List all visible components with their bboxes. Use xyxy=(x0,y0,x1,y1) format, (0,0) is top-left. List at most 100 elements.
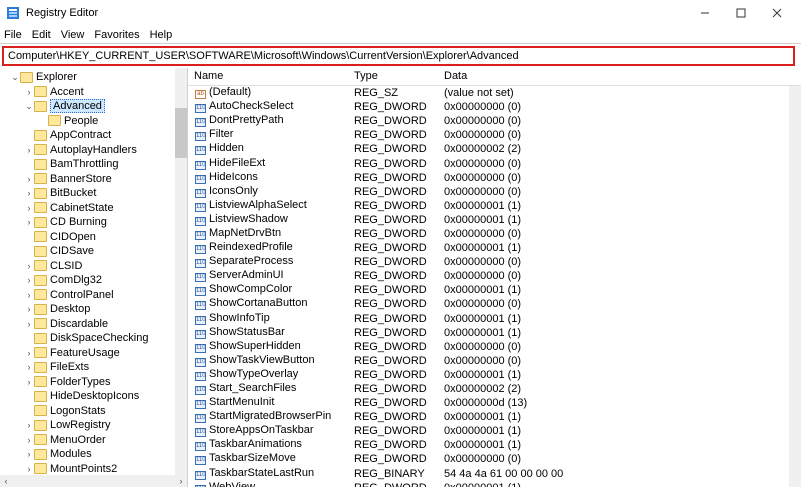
tree-item[interactable]: FeatureUsage xyxy=(0,346,187,361)
chevron-down-icon[interactable] xyxy=(24,101,34,112)
reg-binary-icon: 110 xyxy=(194,145,207,156)
list-item[interactable]: 110IconsOnlyREG_DWORD0x00000000 (0) xyxy=(188,185,801,199)
tree-item[interactable]: CD Burning xyxy=(0,215,187,230)
list-item[interactable]: 110TaskbarAnimationsREG_DWORD0x00000001 … xyxy=(188,438,801,452)
chevron-right-icon[interactable] xyxy=(24,188,34,198)
chevron-right-icon[interactable] xyxy=(24,87,34,97)
list-item[interactable]: 110ServerAdminUIREG_DWORD0x00000000 (0) xyxy=(188,269,801,283)
chevron-right-icon[interactable] xyxy=(24,362,34,372)
tree-scrollbar-horizontal[interactable]: ‹ › xyxy=(0,475,187,487)
list-item[interactable]: 110FilterREG_DWORD0x00000000 (0) xyxy=(188,128,801,142)
list-item[interactable]: 110Start_SearchFilesREG_DWORD0x00000002 … xyxy=(188,382,801,396)
chevron-right-icon[interactable] xyxy=(24,217,34,227)
chevron-right-icon[interactable] xyxy=(24,348,34,358)
list-item[interactable]: 110TaskbarStateLastRunREG_BINARY54 4a 4a… xyxy=(188,467,801,481)
chevron-right-icon[interactable] xyxy=(24,304,34,314)
tree-item[interactable]: Accent xyxy=(0,85,187,100)
chevron-right-icon[interactable] xyxy=(24,174,34,184)
tree-item[interactable]: MountPoints2 xyxy=(0,462,187,477)
tree-item[interactable]: CLSID xyxy=(0,259,187,274)
list-item[interactable]: 110ShowTaskViewButtonREG_DWORD0x00000000… xyxy=(188,354,801,368)
scroll-right-icon[interactable]: › xyxy=(175,475,187,487)
list-item[interactable]: 110DontPrettyPathREG_DWORD0x00000000 (0) xyxy=(188,114,801,128)
tree-item[interactable]: BannerStore xyxy=(0,172,187,187)
list-item[interactable]: 110ShowCortanaButtonREG_DWORD0x00000000 … xyxy=(188,297,801,311)
tree-item[interactable]: LowRegistry xyxy=(0,418,187,433)
column-header-data[interactable]: Data xyxy=(438,68,801,85)
chevron-right-icon[interactable] xyxy=(24,377,34,387)
column-header-name[interactable]: Name xyxy=(188,68,348,85)
list-item[interactable]: 110StartMenuInitREG_DWORD0x0000000d (13) xyxy=(188,396,801,410)
list-item[interactable]: 110TaskbarSizeMoveREG_DWORD0x00000000 (0… xyxy=(188,452,801,466)
tree-item[interactable]: FileExts xyxy=(0,360,187,375)
menu-view[interactable]: View xyxy=(61,29,85,41)
list-item[interactable]: 110StoreAppsOnTaskbarREG_DWORD0x00000001… xyxy=(188,424,801,438)
menu-favorites[interactable]: Favorites xyxy=(94,29,139,41)
values-list[interactable]: ab(Default)REG_SZ(value not set)110AutoC… xyxy=(188,86,801,487)
list-item[interactable]: 110ShowStatusBarREG_DWORD0x00000001 (1) xyxy=(188,326,801,340)
list-item[interactable]: 110ShowCompColorREG_DWORD0x00000001 (1) xyxy=(188,283,801,297)
list-item[interactable]: 110WebViewREG_DWORD0x00000001 (1) xyxy=(188,481,801,487)
value-name: Filter xyxy=(209,128,233,140)
list-scrollbar-vertical[interactable] xyxy=(789,86,801,487)
menu-help[interactable]: Help xyxy=(150,29,173,41)
chevron-right-icon[interactable] xyxy=(24,435,34,445)
list-item[interactable]: 110StartMigratedBrowserPinREG_DWORD0x000… xyxy=(188,410,801,424)
list-item[interactable]: 110ListviewAlphaSelectREG_DWORD0x0000000… xyxy=(188,199,801,213)
minimize-button[interactable] xyxy=(687,1,723,25)
chevron-right-icon[interactable] xyxy=(24,275,34,285)
chevron-right-icon[interactable] xyxy=(24,449,34,459)
tree-item[interactable]: People xyxy=(0,114,187,129)
menu-file[interactable]: File xyxy=(4,29,22,41)
list-item[interactable]: 110HideFileExtREG_DWORD0x00000000 (0) xyxy=(188,156,801,170)
value-name: SeparateProcess xyxy=(209,255,293,267)
list-item[interactable]: 110ListviewShadowREG_DWORD0x00000001 (1) xyxy=(188,213,801,227)
tree-item[interactable]: CIDSave xyxy=(0,244,187,259)
tree-item[interactable]: ComDlg32 xyxy=(0,273,187,288)
chevron-right-icon[interactable] xyxy=(24,319,34,329)
tree-item[interactable]: AppContract xyxy=(0,128,187,143)
tree-item[interactable]: Explorer xyxy=(0,70,187,85)
tree-item[interactable]: LogonStats xyxy=(0,404,187,419)
list-item[interactable]: 110SeparateProcessREG_DWORD0x00000000 (0… xyxy=(188,255,801,269)
tree-item[interactable]: BitBucket xyxy=(0,186,187,201)
registry-tree[interactable]: ExplorerAccentAdvancedPeopleAppContractA… xyxy=(0,68,187,487)
tree-item[interactable]: AutoplayHandlers xyxy=(0,143,187,158)
list-item[interactable]: 110MapNetDrvBtnREG_DWORD0x00000000 (0) xyxy=(188,227,801,241)
list-item[interactable]: 110HiddenREG_DWORD0x00000002 (2) xyxy=(188,142,801,156)
list-item[interactable]: 110HideIconsREG_DWORD0x00000000 (0) xyxy=(188,171,801,185)
tree-item[interactable]: BamThrottling xyxy=(0,157,187,172)
tree-item[interactable]: Desktop xyxy=(0,302,187,317)
tree-item[interactable]: CIDOpen xyxy=(0,230,187,245)
scroll-left-icon[interactable]: ‹ xyxy=(0,475,12,487)
chevron-right-icon[interactable] xyxy=(24,290,34,300)
chevron-right-icon[interactable] xyxy=(24,464,34,474)
list-item[interactable]: 110ReindexedProfileREG_DWORD0x00000001 (… xyxy=(188,241,801,255)
tree-item[interactable]: CabinetState xyxy=(0,201,187,216)
chevron-right-icon[interactable] xyxy=(24,261,34,271)
tree-item[interactable]: HideDesktopIcons xyxy=(0,389,187,404)
list-item[interactable]: ab(Default)REG_SZ(value not set) xyxy=(188,86,801,100)
chevron-right-icon[interactable] xyxy=(24,420,34,430)
chevron-down-icon[interactable] xyxy=(10,72,20,83)
chevron-right-icon[interactable] xyxy=(24,145,34,155)
tree-item[interactable]: Discardable xyxy=(0,317,187,332)
list-item[interactable]: 110ShowSuperHiddenREG_DWORD0x00000000 (0… xyxy=(188,340,801,354)
tree-item[interactable]: Modules xyxy=(0,447,187,462)
close-button[interactable] xyxy=(759,1,795,25)
menu-edit[interactable]: Edit xyxy=(32,29,51,41)
address-bar[interactable]: Computer\HKEY_CURRENT_USER\SOFTWARE\Micr… xyxy=(2,46,795,66)
tree-item[interactable]: Advanced xyxy=(0,99,187,114)
chevron-right-icon[interactable] xyxy=(24,203,34,213)
tree-scrollbar-vertical[interactable] xyxy=(175,68,187,475)
list-item[interactable]: 110ShowTypeOverlayREG_DWORD0x00000001 (1… xyxy=(188,368,801,382)
list-item[interactable]: 110AutoCheckSelectREG_DWORD0x00000000 (0… xyxy=(188,100,801,114)
folder-icon xyxy=(34,318,47,329)
maximize-button[interactable] xyxy=(723,1,759,25)
column-header-type[interactable]: Type xyxy=(348,68,438,85)
tree-item[interactable]: ControlPanel xyxy=(0,288,187,303)
list-item[interactable]: 110ShowInfoTipREG_DWORD0x00000001 (1) xyxy=(188,312,801,326)
tree-item[interactable]: MenuOrder xyxy=(0,433,187,448)
tree-item[interactable]: FolderTypes xyxy=(0,375,187,390)
tree-item[interactable]: DiskSpaceChecking xyxy=(0,331,187,346)
